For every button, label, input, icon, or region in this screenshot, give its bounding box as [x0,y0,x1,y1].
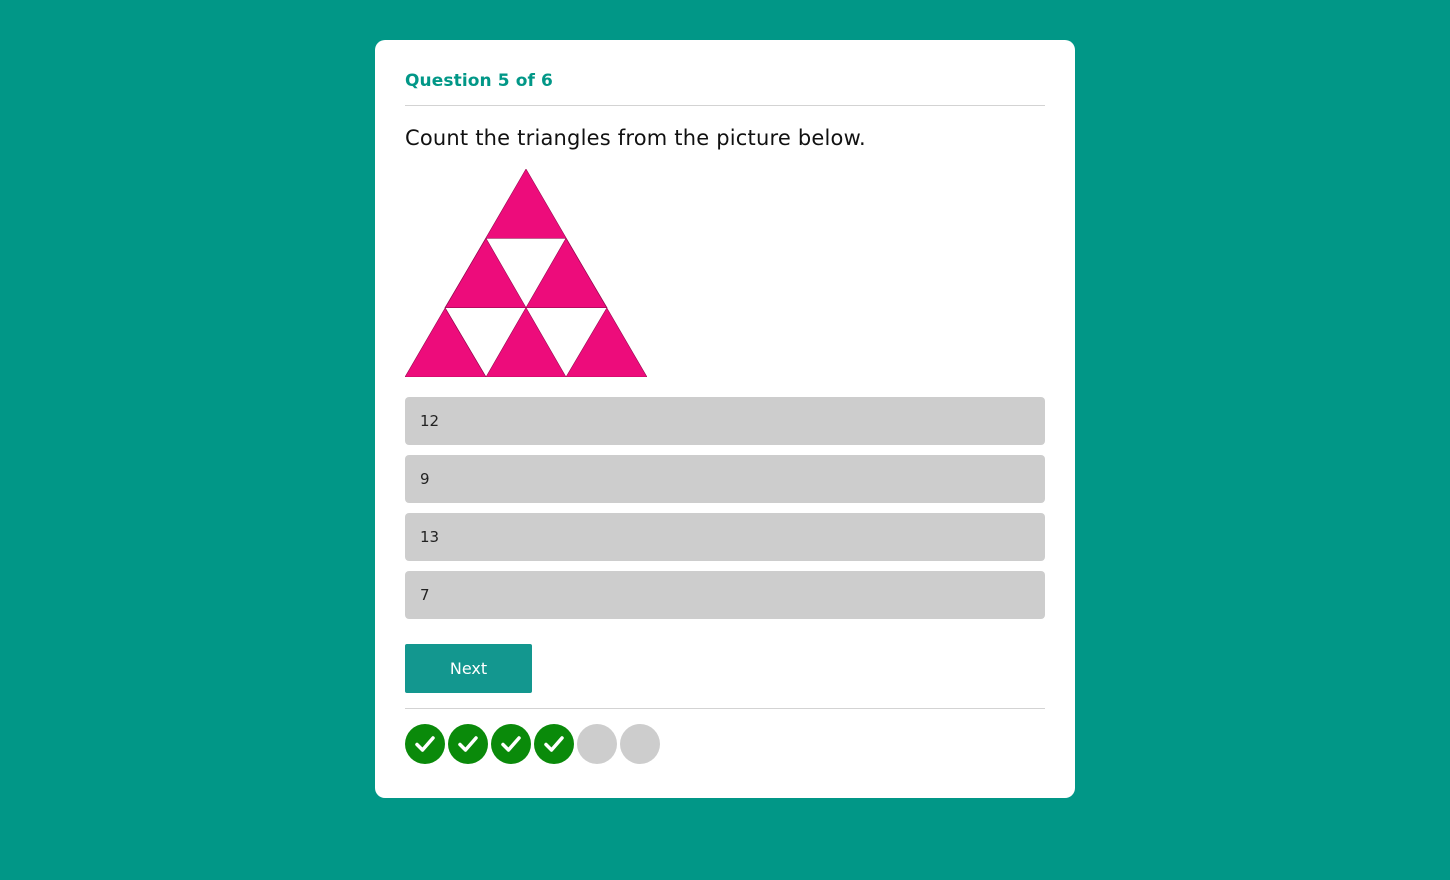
check-icon [415,736,435,752]
answer-label: 9 [420,470,430,488]
answer-option-7[interactable]: 7 [405,571,1045,619]
triangles-figure [405,169,647,377]
answer-option-12[interactable]: 12 [405,397,1045,445]
answer-list: 12 9 13 7 [405,397,1045,629]
progress-dot-3 [491,724,531,764]
progress-dot-2 [448,724,488,764]
check-icon [458,736,478,752]
question-text: Count the triangles from the picture bel… [405,126,866,150]
answer-option-13[interactable]: 13 [405,513,1045,561]
progress-dot-4 [534,724,574,764]
check-icon [544,736,564,752]
progress-dot-5 [577,724,617,764]
question-counter: Question 5 of 6 [405,71,553,91]
check-icon [501,736,521,752]
answer-option-9[interactable]: 9 [405,455,1045,503]
progress-indicator [405,724,660,764]
answer-label: 13 [420,528,440,546]
next-button[interactable]: Next [405,644,532,693]
footer-divider [405,708,1045,709]
progress-dot-1 [405,724,445,764]
header-divider [405,105,1045,106]
progress-dot-6 [620,724,660,764]
answer-label: 12 [420,412,440,430]
quiz-card: Question 5 of 6 Count the triangles from… [375,40,1075,798]
answer-label: 7 [420,586,430,604]
